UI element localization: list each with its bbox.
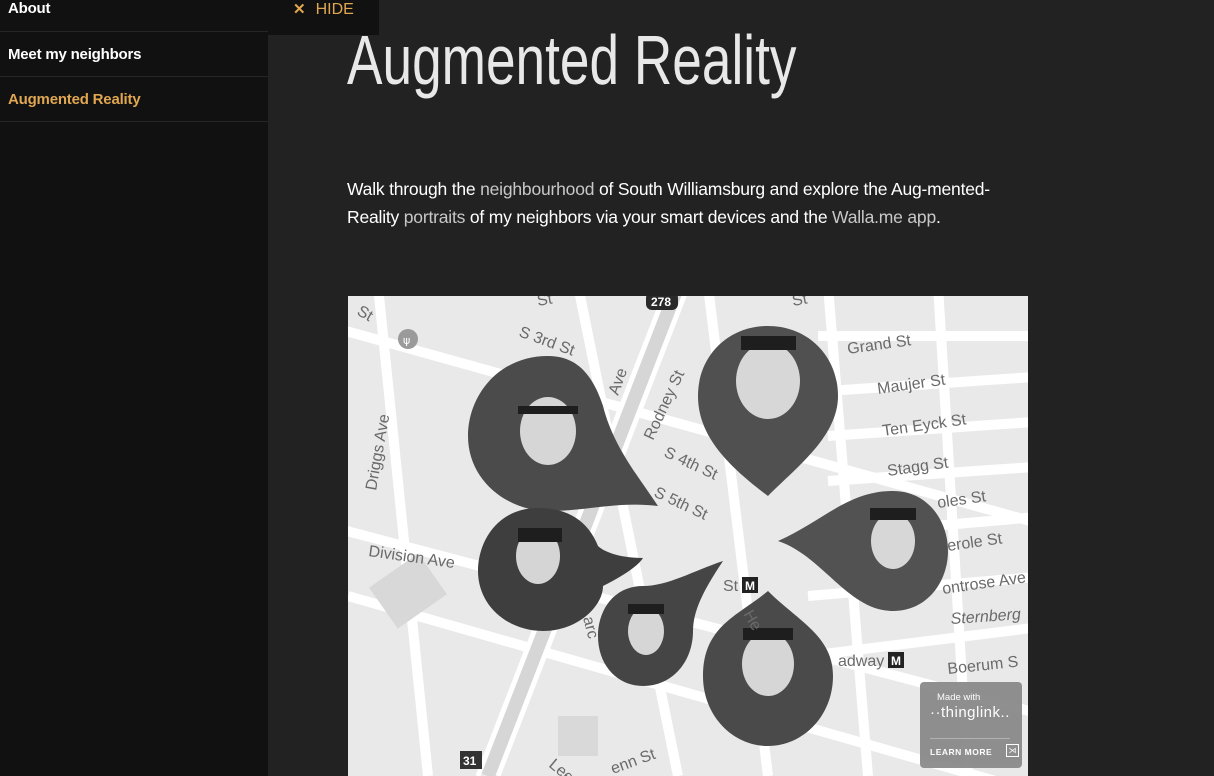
map-label-penn-st: enn St <box>609 746 659 776</box>
sidebar-item-meet-my-neighbors[interactable]: Meet my neighbors <box>0 32 268 77</box>
map-label-lee: Lee <box>545 756 576 776</box>
svg-text:M: M <box>745 579 755 593</box>
map-label-st: St <box>791 296 809 310</box>
intro-text: of my neighbors via your smart devices a… <box>465 207 833 227</box>
sidebar-nav: About Meet my neighbors Augmented Realit… <box>0 0 268 776</box>
subway-station-icon: M <box>888 652 904 668</box>
map-label-ten-eyck-st: Ten Eyck St <box>881 411 968 440</box>
external-link-icon: ⋊ <box>1006 744 1019 757</box>
page-title: Augmented Reality <box>347 21 797 99</box>
intro-text: Walk through the <box>347 179 481 199</box>
badge-divider <box>930 738 1010 739</box>
neighborhood-map[interactable]: Grand St Maujer St Ten Eyck St Stagg St … <box>348 296 1028 776</box>
map-label-s-3rd-st: S 3rd St <box>517 324 578 360</box>
subway-station-icon: M <box>742 577 758 593</box>
map-label-marcy: arc <box>579 615 601 641</box>
sidebar-item-about[interactable]: About <box>0 0 268 32</box>
map-label-st: St <box>536 296 554 310</box>
portraits-link[interactable]: portraits <box>404 207 466 227</box>
map-label-st: St <box>354 303 376 326</box>
svg-text:31: 31 <box>463 754 477 768</box>
map-label-broadway: adway <box>838 653 884 670</box>
intro-text: . <box>936 207 941 227</box>
hide-label: HIDE <box>315 1 354 18</box>
app-link[interactable]: app <box>907 207 936 227</box>
close-icon: ✕ <box>293 1 306 18</box>
map-label-st: St <box>723 578 739 595</box>
badge-made-with: Made with <box>937 692 981 703</box>
map-label-s-5th-st: S 5th St <box>651 484 710 524</box>
hide-sidebar-button[interactable]: ✕ HIDE <box>293 0 354 20</box>
map-label-maujer-st: Maujer St <box>876 372 947 398</box>
restaurant-icon: ψ <box>398 329 418 349</box>
map-label-sternberg: Sternberg <box>950 606 1021 628</box>
learn-more-link[interactable]: LEARN MORE <box>930 747 992 757</box>
map-label-s-4th-st: S 4th St <box>661 444 720 484</box>
route-278-shield-icon: 278 <box>646 296 678 310</box>
walla-me-link[interactable]: Walla.me <box>832 207 903 227</box>
svg-text:ψ: ψ <box>403 334 410 347</box>
route-31-shield-icon: 31 <box>460 751 482 769</box>
intro-paragraph: Walk through the neighbourhood of South … <box>347 175 1019 231</box>
badge-brand: ··thinglink.. <box>930 704 1010 721</box>
svg-text:278: 278 <box>651 296 671 309</box>
sidebar-item-augmented-reality[interactable]: Augmented Reality <box>0 77 268 122</box>
map-label-driggs-ave: Driggs Ave <box>363 413 393 492</box>
svg-text:M: M <box>891 654 901 668</box>
thinglink-badge[interactable]: Made with ··thinglink.. LEARN MORE ⋊ <box>920 682 1022 768</box>
neighbourhood-link[interactable]: neighbourhood <box>480 179 594 199</box>
